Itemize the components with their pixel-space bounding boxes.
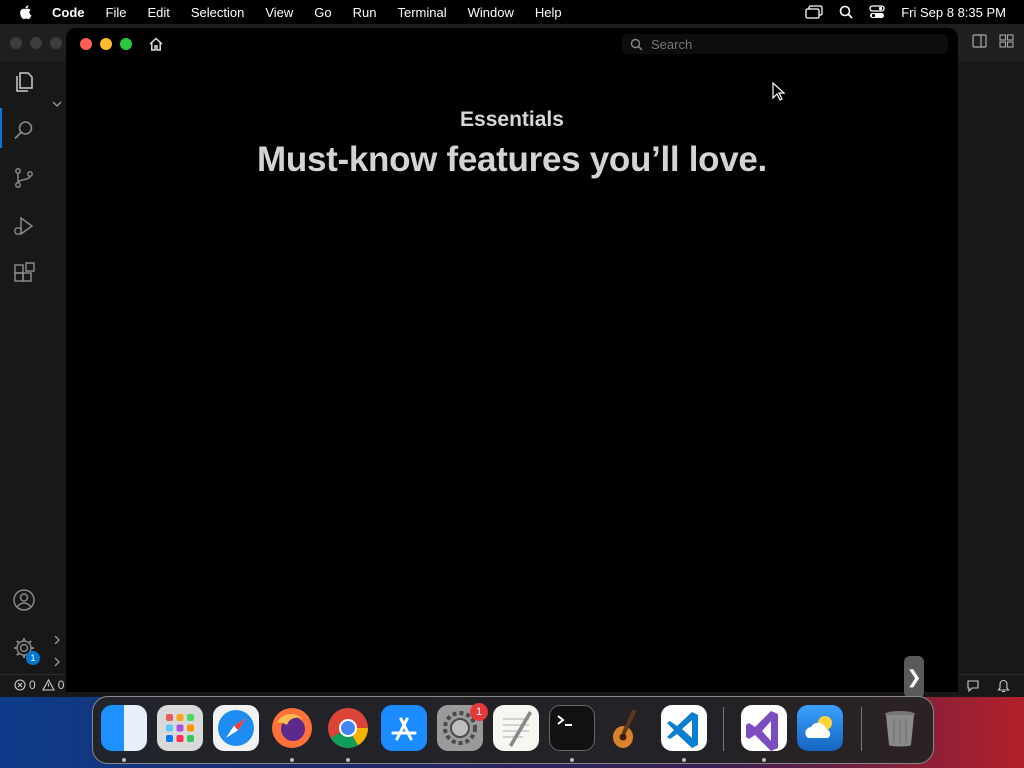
warning-count: 0 [57, 678, 65, 692]
menu-terminal[interactable]: Terminal [398, 5, 447, 20]
feedback-icon[interactable] [966, 679, 980, 693]
search-input[interactable] [649, 35, 933, 53]
menu-window[interactable]: Window [468, 5, 514, 20]
explorer-icon[interactable] [12, 70, 36, 94]
activity-bar [0, 62, 49, 674]
dock-vscode-icon[interactable] [661, 705, 707, 751]
search-field[interactable] [622, 34, 948, 54]
menu-run[interactable]: Run [353, 5, 377, 20]
terminal-icon [557, 715, 572, 726]
close-button[interactable] [80, 38, 92, 50]
layout-controls [972, 34, 1014, 48]
settings-badge: 1 [470, 703, 488, 721]
guitar-icon [613, 709, 637, 748]
search-icon [630, 38, 643, 51]
spotlight-search-icon[interactable] [839, 5, 853, 19]
trash-icon [885, 711, 915, 747]
manage-badge: 1 [26, 651, 40, 665]
menu-view[interactable]: View [265, 5, 293, 20]
dock-safari-icon[interactable] [213, 705, 259, 751]
dock-terminal-icon[interactable] [549, 705, 595, 751]
warning-icon [41, 679, 55, 691]
next-page-button[interactable]: ❯ [904, 656, 924, 698]
launchpad-grid-icon [166, 714, 194, 742]
dock-separator [861, 707, 862, 751]
search-icon[interactable] [12, 118, 36, 142]
dock-launchpad-icon[interactable] [157, 705, 203, 751]
account-icon[interactable] [12, 588, 36, 612]
chrome-icon [328, 708, 368, 748]
dock-chrome-icon[interactable] [325, 705, 371, 751]
error-icon [14, 679, 26, 691]
firefox-icon [272, 708, 312, 748]
control-center-icon[interactable] [869, 5, 885, 19]
page-headline: Must-know features you’ll love. [257, 140, 767, 179]
dock-app-store-icon[interactable] [381, 705, 427, 751]
running-indicator [682, 758, 686, 762]
extensions-icon[interactable] [12, 262, 36, 286]
running-indicator [346, 758, 350, 762]
apple-menu-icon[interactable] [18, 4, 34, 20]
toggle-secondary-sidebar-icon[interactable] [972, 34, 987, 48]
sidebar-edge [48, 62, 66, 674]
mouse-cursor [772, 82, 786, 101]
section-eyebrow: Essentials [460, 108, 564, 131]
dock-finder-icon[interactable] [101, 705, 147, 751]
menu-help[interactable]: Help [535, 5, 562, 20]
tips-window: Essentials Must-know features you’ll lov… [66, 28, 958, 698]
active-indicator [0, 108, 2, 148]
menu-app-name[interactable]: Code [52, 5, 85, 20]
home-icon[interactable] [148, 36, 164, 52]
menu-go[interactable]: Go [314, 5, 331, 20]
menu-edit[interactable]: Edit [147, 5, 169, 20]
bell-icon[interactable] [997, 679, 1010, 693]
dock-visual-studio-icon[interactable] [741, 705, 787, 751]
dock-textedit-icon[interactable] [493, 705, 539, 751]
menu-bar-clock[interactable]: Fri Sep 8 8:35 PM [901, 5, 1006, 20]
compass-icon [218, 710, 254, 746]
problems-status[interactable]: 0 0 [14, 678, 64, 692]
dock-weather-icon[interactable] [797, 705, 843, 751]
chevron-right-icon[interactable] [53, 635, 61, 645]
vscode-minimize-button[interactable] [30, 37, 42, 49]
editor-edge [958, 62, 1024, 674]
window-controls [80, 38, 132, 50]
menu-bar: Code File Edit Selection View Go Run Ter… [0, 0, 1024, 24]
run-debug-icon[interactable] [12, 214, 36, 238]
customize-layout-icon[interactable] [999, 34, 1014, 48]
running-indicator [570, 758, 574, 762]
dock-trash-icon[interactable] [877, 705, 923, 751]
screen-mirroring-icon[interactable] [805, 5, 823, 19]
menu-selection[interactable]: Selection [191, 5, 244, 20]
running-indicator [290, 758, 294, 762]
visual-studio-icon [746, 711, 778, 751]
error-count: 0 [29, 678, 36, 692]
chevron-down-icon[interactable] [52, 100, 62, 108]
vscode-icon [667, 712, 698, 748]
menu-file[interactable]: File [106, 5, 127, 20]
dock-separator [723, 707, 724, 751]
running-indicator [122, 758, 126, 762]
dock: 1 [92, 696, 934, 764]
textedit-icon [503, 711, 532, 747]
running-indicator [762, 758, 766, 762]
source-control-icon[interactable] [12, 166, 36, 190]
vscode-close-button[interactable] [10, 37, 22, 49]
weather-icon [805, 716, 832, 738]
minimize-button[interactable] [100, 38, 112, 50]
vscode-window-controls [10, 37, 62, 49]
dock-firefox-icon[interactable] [269, 705, 315, 751]
dock-garageband-icon[interactable] [605, 705, 651, 751]
zoom-button[interactable] [120, 38, 132, 50]
vscode-zoom-button[interactable] [50, 37, 62, 49]
app-store-icon [391, 717, 417, 741]
chevron-right-icon[interactable] [53, 657, 61, 667]
